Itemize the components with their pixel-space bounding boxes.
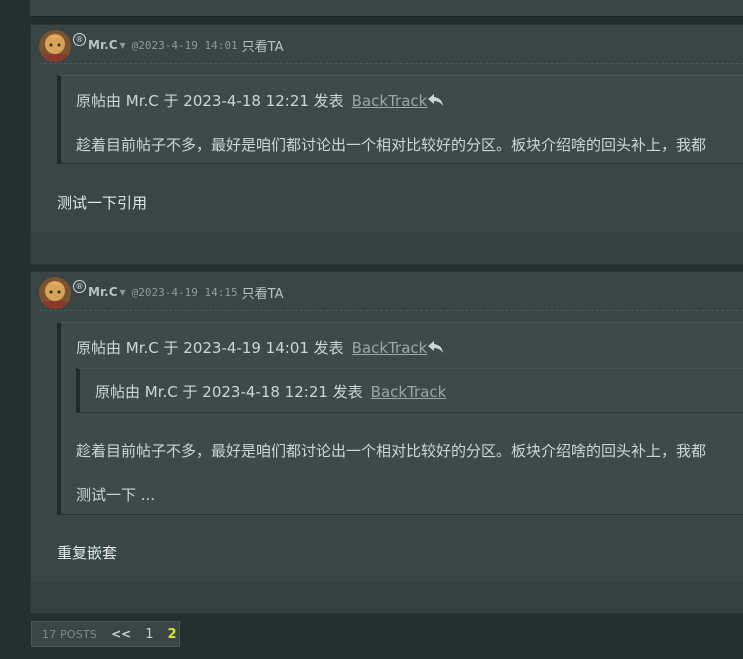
- chevron-down-icon[interactable]: ▼: [120, 41, 126, 50]
- post-body: 测试一下引用: [57, 194, 148, 212]
- quote-block: 原帖由 Mr.C 于 2023-4-18 12:21 发表 BackTrack 趁…: [57, 75, 743, 164]
- post-timestamp: @2023-4-19 14:15: [131, 285, 238, 299]
- backtrack-link[interactable]: BackTrack: [352, 92, 428, 110]
- post-timestamp: @2023-4-19 14:01: [131, 38, 238, 52]
- quote-source: 原帖由 Mr.C 于 2023-4-19 14:01 发表 BackTrack: [76, 337, 444, 358]
- quote-source-text: 原帖由 Mr.C 于 2023-4-19 14:01 发表: [76, 339, 344, 357]
- post-footer: [31, 581, 743, 613]
- reply-arrow-icon[interactable]: [428, 93, 444, 111]
- page-1-link[interactable]: 1: [145, 627, 153, 642]
- pagination: 17 POSTS << 1 2: [31, 621, 180, 647]
- registered-badge-icon: ®: [73, 279, 86, 293]
- chevron-down-icon[interactable]: ▼: [120, 288, 126, 297]
- header-divider: [39, 63, 743, 64]
- registered-badge-icon: ®: [73, 32, 86, 46]
- quote-block: 原帖由 Mr.C 于 2023-4-19 14:01 发表 BackTrack 原…: [57, 322, 743, 515]
- prev-page-button[interactable]: <<: [111, 627, 131, 641]
- thread-page: ® Mr.C ▼ @2023-4-19 14:01 只看TA 原帖由 Mr.C …: [0, 0, 743, 659]
- post-1: ® Mr.C ▼ @2023-4-19 14:01 只看TA 原帖由 Mr.C …: [30, 24, 743, 265]
- quote-text: 趁着目前帖子不多，最好是咱们都讨论出一个相对比较好的分区。板块介绍啥的回头补上，…: [76, 442, 707, 460]
- post-header: ® Mr.C ▼ @2023-4-19 14:15 只看TA: [39, 276, 283, 310]
- username[interactable]: Mr.C: [88, 38, 118, 52]
- post-body: 重复嵌套: [57, 544, 118, 562]
- previous-post-remnant: [30, 0, 743, 17]
- post-2: ® Mr.C ▼ @2023-4-19 14:15 只看TA 原帖由 Mr.C …: [30, 271, 743, 614]
- nested-quote-block: 原帖由 Mr.C 于 2023-4-18 12:21 发表 BackTrack: [76, 368, 743, 413]
- reply-arrow-icon[interactable]: [428, 340, 444, 358]
- nested-quote-source-text: 原帖由 Mr.C 于 2023-4-18 12:21 发表: [95, 383, 363, 401]
- quote-source: 原帖由 Mr.C 于 2023-4-18 12:21 发表 BackTrack: [76, 90, 444, 111]
- username[interactable]: Mr.C: [88, 285, 118, 299]
- post-count: 17 POSTS: [42, 627, 98, 641]
- header-divider: [39, 310, 743, 311]
- quote-source-text: 原帖由 Mr.C 于 2023-4-18 12:21 发表: [76, 92, 344, 110]
- current-page: 2: [167, 626, 177, 642]
- post-footer: [31, 232, 743, 264]
- avatar[interactable]: [39, 30, 71, 62]
- post-header: ® Mr.C ▼ @2023-4-19 14:01 只看TA: [39, 29, 283, 63]
- nested-quote-source: 原帖由 Mr.C 于 2023-4-18 12:21 发表 BackTrack: [95, 381, 446, 402]
- quote-text: 趁着目前帖子不多，最好是咱们都讨论出一个相对比较好的分区。板块介绍啥的回头补上，…: [76, 136, 707, 154]
- backtrack-link[interactable]: BackTrack: [352, 339, 428, 357]
- avatar[interactable]: [39, 277, 71, 309]
- nested-backtrack-link[interactable]: BackTrack: [371, 383, 447, 401]
- only-ta-link[interactable]: 只看TA: [242, 283, 284, 302]
- only-ta-link[interactable]: 只看TA: [242, 36, 284, 55]
- quote-text-2: 测试一下 ...: [76, 486, 156, 504]
